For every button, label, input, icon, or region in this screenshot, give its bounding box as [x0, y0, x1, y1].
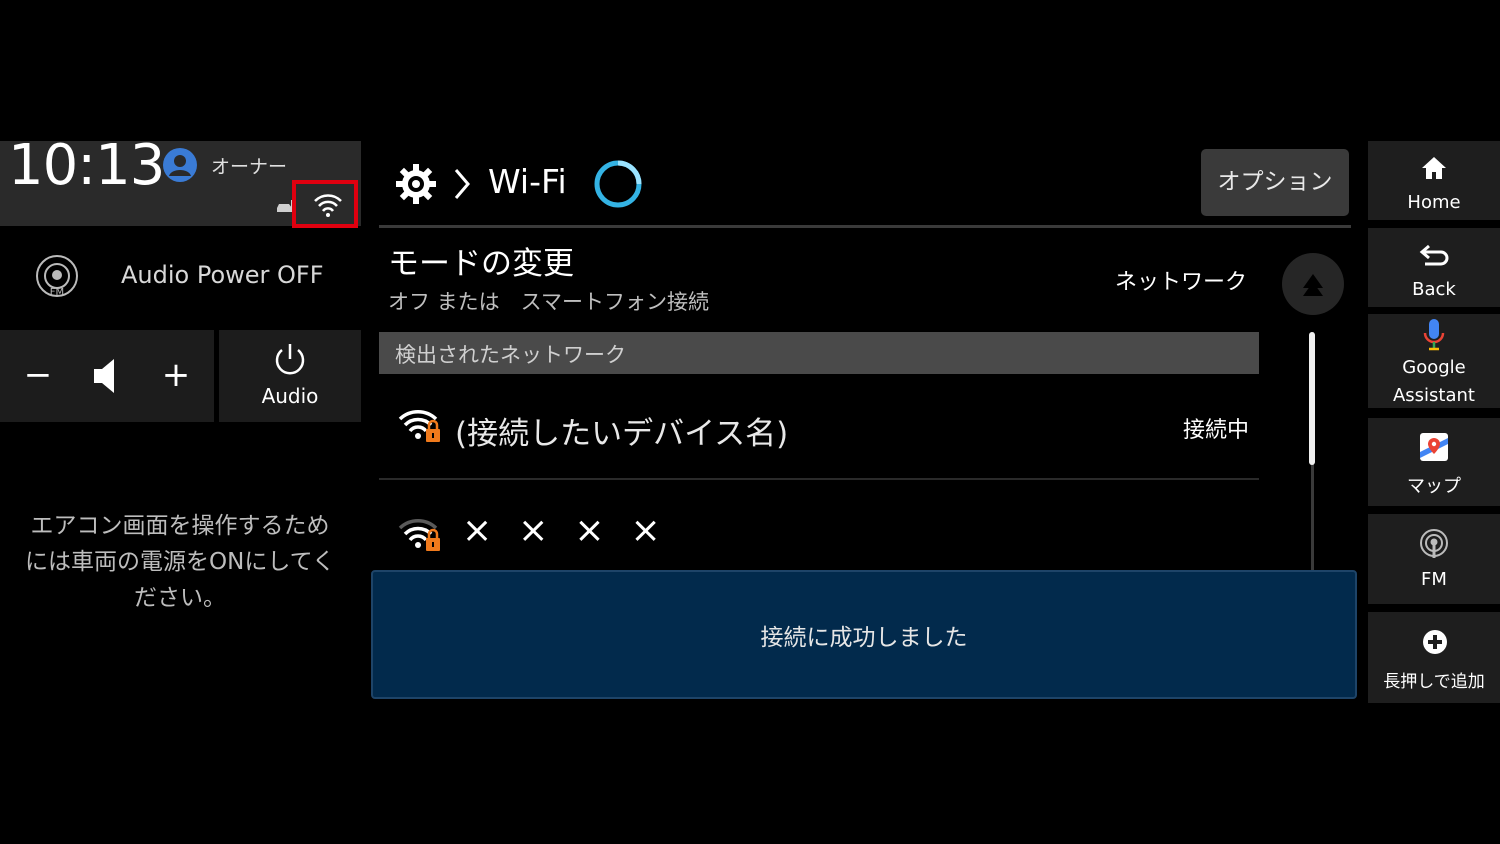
scroll-up-button[interactable]: [1282, 253, 1344, 315]
mode-title[interactable]: モードの変更: [388, 238, 574, 283]
wifi-locked-icon: [398, 519, 440, 551]
chevron-right-icon: [454, 169, 470, 199]
mode-value[interactable]: ネットワーク: [1115, 264, 1247, 296]
dock-back-button[interactable]: Back: [1368, 228, 1500, 307]
header-divider: [379, 225, 1351, 228]
wifi-icon: [314, 194, 342, 217]
add-icon: [1423, 630, 1447, 654]
row-divider: [379, 478, 1259, 480]
dock-label: Google Assistant: [1392, 357, 1475, 406]
speaker-icon[interactable]: [90, 356, 126, 396]
options-button[interactable]: オプション: [1201, 149, 1349, 216]
back-icon: [1419, 244, 1449, 266]
dock-label: Back: [1412, 279, 1456, 300]
dock-label: マップ: [1407, 476, 1461, 497]
dock-label: Home: [1407, 192, 1461, 213]
dock-label: 長押しで追加: [1383, 672, 1485, 692]
power-icon: [275, 344, 305, 375]
network-name[interactable]: ××××: [462, 510, 687, 551]
network-name[interactable]: (接続したいデバイス名): [455, 408, 788, 453]
toast-message: 接続に成功しました: [760, 625, 968, 651]
volume-up-button[interactable]: +: [160, 353, 192, 397]
network-section-label: 検出されたネットワーク: [395, 343, 626, 367]
climate-message: エアコン画面を操作するためには車両の電源をONにしてください。: [25, 513, 335, 611]
loading-ring-icon: [594, 160, 642, 208]
svg-text:FM: FM: [50, 287, 64, 298]
gear-icon[interactable]: [394, 162, 438, 206]
page-title: Wi-Fi: [488, 162, 567, 201]
audio-power-status: Audio Power OFF: [121, 261, 324, 289]
dock-add-button[interactable]: 長押しで追加: [1368, 612, 1500, 703]
mode-subtitle: オフ または スマートフォン接続: [388, 290, 710, 314]
network-status: 接続中: [1183, 418, 1250, 443]
dock-map-button[interactable]: マップ: [1368, 418, 1500, 506]
dock-label: FM: [1421, 569, 1447, 590]
clock: 10:13: [8, 133, 165, 198]
map-icon: [1420, 433, 1448, 461]
user-label[interactable]: オーナー: [211, 152, 287, 179]
fm-radio-icon: [1420, 529, 1448, 558]
dock-fm-button[interactable]: FM: [1368, 514, 1500, 604]
audio-button-label: Audio: [261, 384, 319, 408]
wifi-locked-icon: [398, 410, 440, 442]
microphone-icon: [1423, 319, 1445, 351]
home-icon: [1422, 157, 1446, 179]
dock-assistant-button[interactable]: Google Assistant: [1368, 314, 1500, 408]
scrollbar-thumb[interactable]: [1309, 332, 1315, 465]
fm-radio-icon: FM: [36, 255, 78, 298]
dock-home-button[interactable]: Home: [1368, 141, 1500, 220]
volume-down-button[interactable]: −: [22, 353, 54, 397]
user-icon[interactable]: [163, 148, 197, 182]
scroll-top-icon: [1303, 274, 1323, 296]
